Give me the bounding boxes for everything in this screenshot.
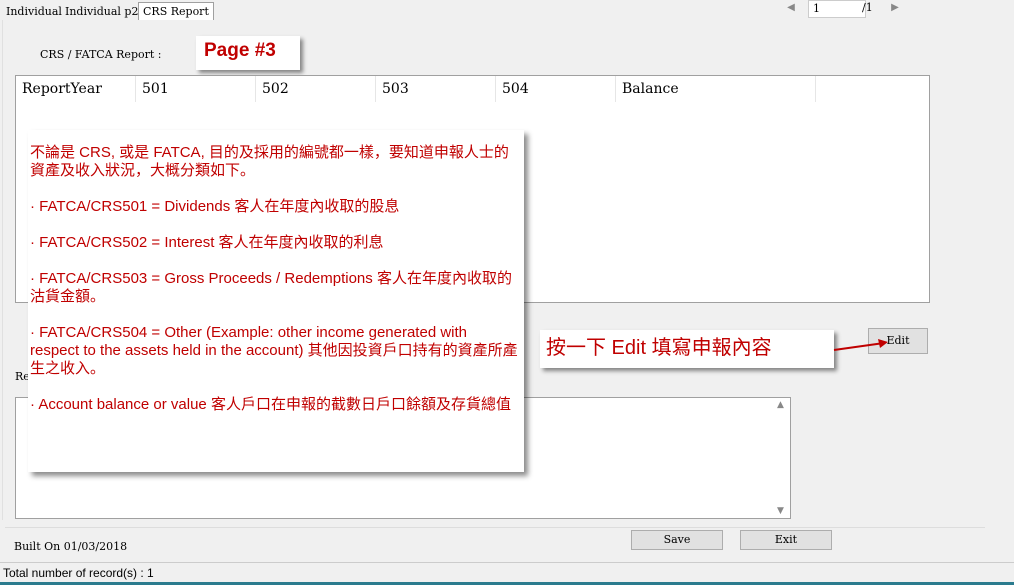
record-navigator: ◀ 1 /1 ▶: [770, 0, 1014, 18]
footer-bar: [5, 527, 985, 554]
column-header[interactable]: Balance: [616, 76, 816, 102]
page-badge: Page #3: [196, 36, 300, 70]
pointer-arrow-icon: [833, 339, 888, 351]
column-header[interactable]: 504: [496, 76, 616, 102]
tab-bar: Individual Individual p2 CRS Report: [0, 0, 770, 22]
column-header[interactable]: ReportYear: [16, 76, 136, 102]
scroll-up-icon[interactable]: ▲: [777, 400, 784, 410]
callout-item: · Account balance or value 客人戶口在申報的截數日戶口…: [30, 396, 511, 413]
callout-item: · FATCA/CRS503 = Gross Proceeds / Redemp…: [30, 270, 512, 305]
tab-individual-p2[interactable]: Individual p2: [61, 3, 142, 21]
previous-record-icon[interactable]: ◀: [782, 0, 800, 16]
report-title: CRS / FATCA Report :: [40, 48, 162, 61]
next-record-icon[interactable]: ▶: [886, 0, 904, 16]
callout-item: · FATCA/CRS504 = Other (Example: other i…: [30, 324, 518, 377]
callout-item: · FATCA/CRS502 = Interest 客人在年度內收取的利息: [30, 234, 384, 251]
annotation-callout: 不論是 CRS, 或是 FATCA, 目的及採用的編號都一樣，要知道申報人士的資…: [28, 130, 524, 472]
built-on-label: Built On 01/03/2018: [14, 540, 128, 553]
callout-item: · FATCA/CRS501 = Dividends 客人在年度內收取的股息: [30, 198, 400, 215]
grid-header: ReportYear 501 502 503 504 Balance: [16, 76, 816, 102]
save-button[interactable]: Save: [631, 530, 723, 550]
page-total: /1: [862, 1, 873, 14]
edit-hint-callout: 按一下 Edit 填寫申報內容: [540, 330, 834, 368]
status-bar: Total number of record(s) : 1: [0, 562, 1014, 582]
exit-button[interactable]: Exit: [740, 530, 832, 550]
column-header[interactable]: 503: [376, 76, 496, 102]
callout-intro: 不論是 CRS, 或是 FATCA, 目的及採用的編號都一樣，要知道申報人士的資…: [30, 144, 509, 179]
scroll-down-icon[interactable]: ▼: [777, 506, 784, 516]
column-header[interactable]: 502: [256, 76, 376, 102]
tab-individual[interactable]: Individual: [2, 3, 66, 21]
page-number-input[interactable]: 1: [808, 0, 866, 18]
column-header[interactable]: 501: [136, 76, 256, 102]
tab-crs-report[interactable]: CRS Report: [138, 2, 214, 21]
remarks-scrollbar[interactable]: ▲ ▼: [774, 398, 790, 518]
